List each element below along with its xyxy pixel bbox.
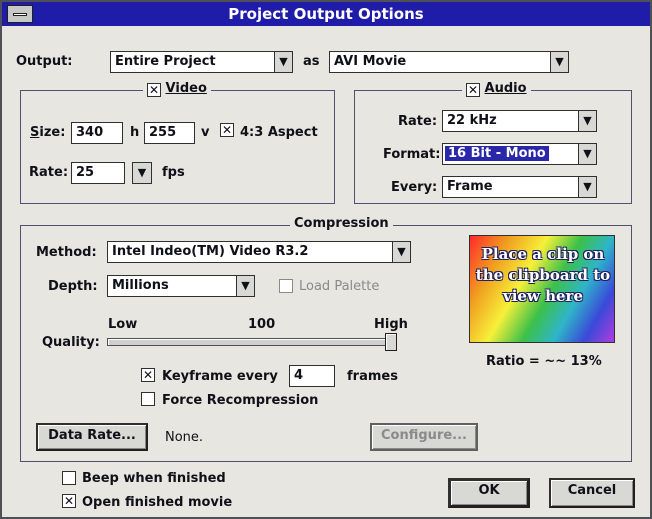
quality-low-label: Low	[108, 317, 138, 332]
width-input[interactable]: 340	[71, 122, 123, 144]
audio-rate-select[interactable]: 22 kHz ▼	[442, 110, 597, 132]
keyframe-checkbox[interactable]: ✕	[141, 368, 155, 382]
window-title: Project Output Options	[228, 5, 424, 23]
cancel-button[interactable]: Cancel	[549, 478, 635, 508]
audio-rate-label: Rate:	[398, 114, 438, 129]
dropdown-arrow-icon[interactable]: ▼	[236, 276, 254, 296]
method-label: Method:	[36, 245, 97, 260]
audio-every-label: Every:	[391, 180, 438, 195]
output-label: Output:	[16, 54, 73, 69]
title-bar: Project Output Options	[2, 2, 650, 26]
audio-every-select[interactable]: Frame ▼	[442, 176, 597, 198]
video-group-title[interactable]: ✕ Video	[143, 81, 211, 97]
aspect-label: 4:3 Aspect	[240, 125, 318, 140]
v-label: v	[201, 125, 210, 140]
beep-checkbox[interactable]	[62, 471, 76, 485]
height-input[interactable]: 255	[144, 122, 195, 144]
size-label: Size:	[30, 125, 66, 140]
quality-high-label: High	[374, 317, 408, 332]
audio-format-select[interactable]: 16 Bit - Mono ▼	[442, 143, 597, 165]
depth-label: Depth:	[48, 279, 98, 294]
audio-group-title[interactable]: ✕ Audio	[462, 81, 531, 97]
load-palette-label: Load Palette	[299, 279, 380, 294]
output-format-select[interactable]: AVI Movie ▼	[329, 51, 569, 73]
output-select[interactable]: Entire Project ▼	[110, 51, 293, 73]
data-rate-value: None.	[165, 430, 204, 445]
audio-label: Audio	[484, 81, 527, 96]
dropdown-arrow-icon[interactable]: ▼	[133, 163, 151, 183]
method-select[interactable]: Intel Indeo(TM) Video R3.2 ▼	[107, 241, 411, 263]
dropdown-arrow-icon[interactable]: ▼	[550, 52, 568, 72]
audio-checkbox[interactable]: ✕	[466, 83, 480, 97]
beep-label: Beep when finished	[82, 471, 226, 486]
method-value: Intel Indeo(TM) Video R3.2	[112, 244, 309, 259]
fps-label: fps	[162, 165, 185, 180]
open-movie-checkbox[interactable]: ✕	[62, 494, 76, 508]
dropdown-arrow-icon[interactable]: ▼	[578, 111, 596, 131]
frame-rate-input[interactable]: 25	[71, 162, 125, 184]
quality-label: Quality:	[42, 335, 100, 350]
aspect-checkbox[interactable]: ✕	[220, 123, 234, 137]
dropdown-arrow-icon[interactable]: ▼	[274, 52, 292, 72]
keyframe-label: Keyframe every	[162, 369, 278, 384]
keyframe-input[interactable]: 4	[289, 365, 335, 387]
output-select-value: Entire Project	[115, 54, 216, 69]
depth-select[interactable]: Millions ▼	[107, 275, 255, 297]
video-checkbox[interactable]: ✕	[147, 83, 161, 97]
force-recompression-label: Force Recompression	[162, 393, 319, 408]
clip-preview: Place a clip on the clipboard to view he…	[469, 235, 615, 343]
depth-value: Millions	[112, 278, 169, 293]
rate-label: Rate:	[29, 165, 69, 180]
video-label: Video	[165, 81, 207, 96]
force-recompression-checkbox[interactable]	[141, 392, 155, 406]
quality-slider[interactable]	[107, 338, 397, 346]
frame-rate-dropdown[interactable]: ▼	[132, 162, 152, 184]
output-format-value: AVI Movie	[334, 54, 407, 69]
quality-value: 100	[248, 317, 276, 332]
preview-text: Place a clip on the clipboard to view he…	[475, 245, 611, 305]
data-rate-button[interactable]: Data Rate...	[36, 423, 148, 451]
audio-format-label: Format:	[383, 147, 441, 162]
compression-group-title: Compression	[290, 216, 393, 231]
dropdown-arrow-icon[interactable]: ▼	[578, 144, 596, 164]
open-movie-label: Open finished movie	[82, 495, 233, 510]
ratio-text: Ratio = ~~ 13%	[486, 354, 602, 369]
dropdown-arrow-icon[interactable]: ▼	[392, 242, 410, 262]
frames-label: frames	[347, 369, 398, 384]
audio-format-value: 16 Bit - Mono	[445, 146, 549, 161]
audio-rate-value: 22 kHz	[447, 113, 497, 128]
ok-button[interactable]: OK	[448, 478, 530, 508]
as-label: as	[303, 54, 320, 69]
quality-slider-thumb[interactable]	[385, 333, 397, 351]
video-group	[20, 90, 335, 204]
load-palette-checkbox[interactable]	[279, 279, 293, 293]
audio-every-value: Frame	[447, 179, 493, 194]
configure-button[interactable]: Configure...	[370, 423, 478, 451]
h-label: h	[130, 125, 140, 140]
dropdown-arrow-icon[interactable]: ▼	[578, 177, 596, 197]
project-output-options-dialog: Project Output Options Output: Entire Pr…	[0, 0, 652, 519]
